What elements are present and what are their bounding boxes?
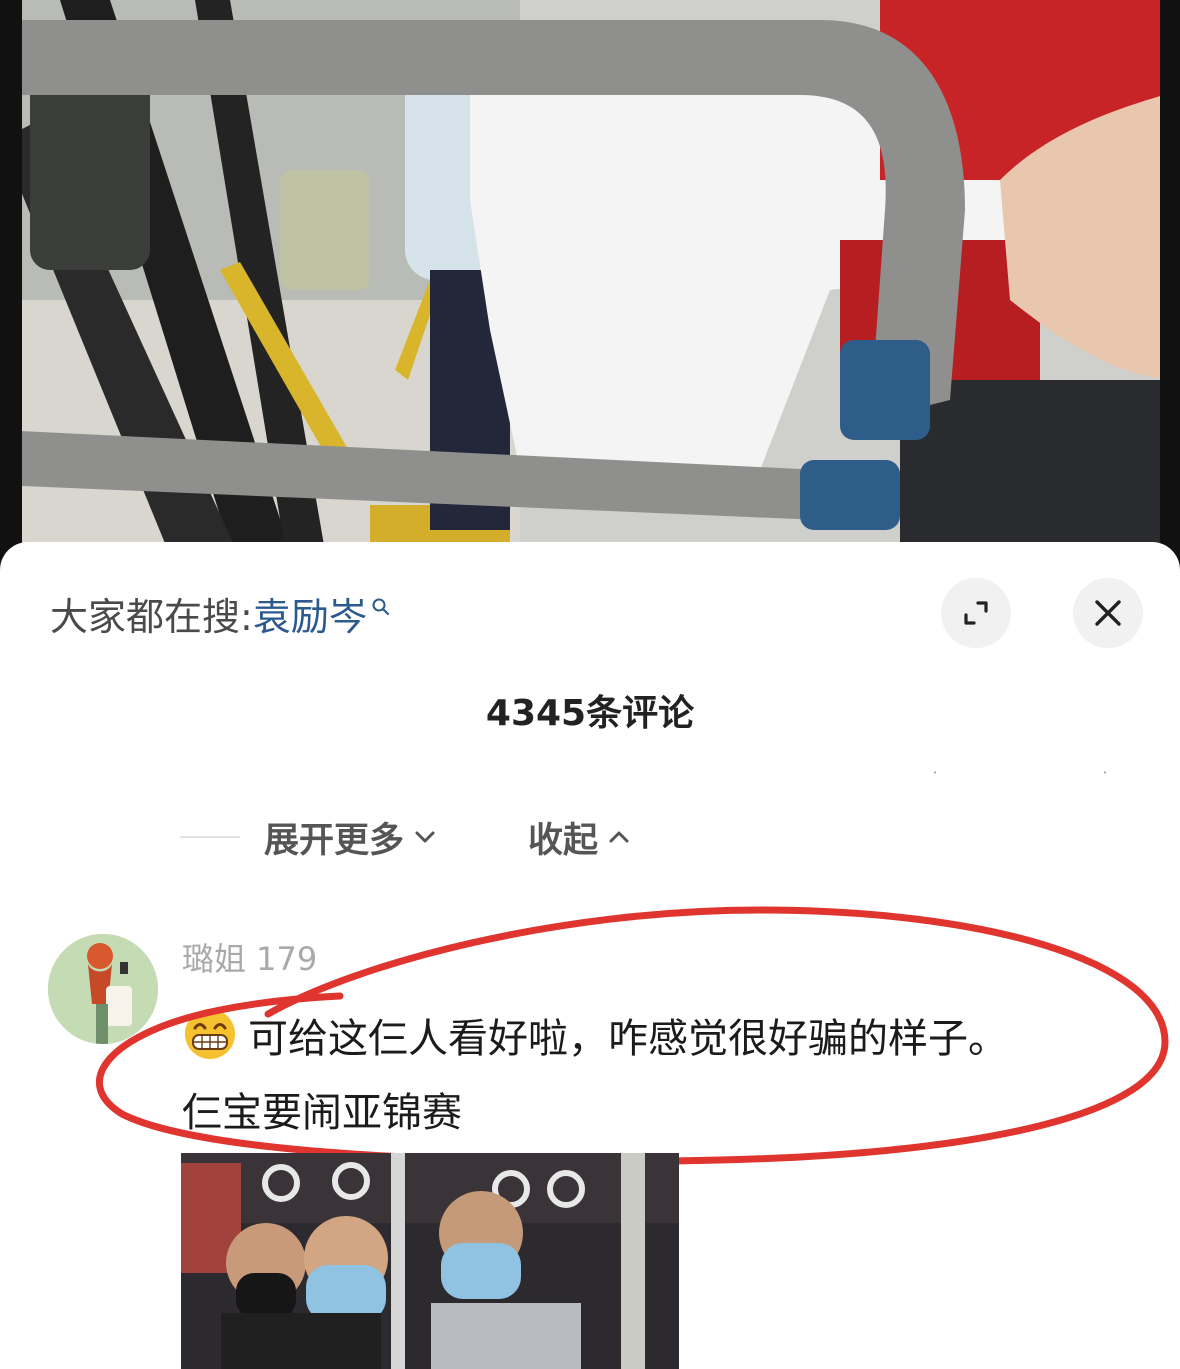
comment-line-2: 仨宝要闹亚锦赛 — [182, 1090, 462, 1136]
expand-more-label: 展开更多 — [264, 820, 405, 861]
comment-line-1: 可给这仨人看好啦，咋感觉很好骗的样子。 — [248, 1016, 1008, 1062]
search-term-link[interactable]: 袁励岑 — [253, 586, 367, 641]
divider-line — [180, 836, 240, 838]
close-icon — [1095, 600, 1121, 626]
comment-username[interactable]: 璐姐 179 — [182, 934, 317, 980]
search-prefix: 大家都在搜: — [50, 594, 253, 639]
avatar-image — [48, 934, 158, 1044]
expand-more-button[interactable]: 展开更多 — [264, 812, 436, 863]
truncated-dot: ˙ — [930, 768, 940, 792]
comment-sheet: 大家都在搜: 袁励岑 4345条评论 ˙ ˙ 展开更多 收起 璐姐 179 可给… — [0, 542, 1180, 1369]
truncated-dot: ˙ — [1100, 768, 1110, 792]
comment-line: 可给这仨人看好啦，咋感觉很好骗的样子。 — [182, 1002, 1142, 1076]
comment-photo[interactable] — [181, 1153, 679, 1369]
avatar[interactable] — [48, 934, 158, 1044]
search-icon — [371, 582, 391, 626]
collapse-label: 收起 — [528, 820, 599, 861]
comment-body: 可给这仨人看好啦，咋感觉很好骗的样子。 仨宝要闹亚锦赛 — [182, 1002, 1142, 1150]
grinning-face-icon — [182, 1008, 242, 1060]
comment-count: 4345条评论 — [485, 693, 695, 734]
chevron-up-icon — [609, 831, 629, 843]
chevron-down-icon — [415, 831, 435, 843]
expand-button[interactable] — [941, 578, 1011, 648]
close-button[interactable] — [1073, 578, 1143, 648]
comment-photo-image — [181, 1153, 679, 1369]
expand-icon — [964, 601, 988, 625]
video-frame[interactable] — [0, 0, 1180, 580]
reply-fold-controls: 展开更多 收起 — [180, 812, 630, 862]
video-scene — [0, 0, 1180, 580]
trending-search[interactable]: 大家都在搜: 袁励岑 — [50, 586, 391, 641]
collapse-button[interactable]: 收起 — [528, 812, 630, 863]
